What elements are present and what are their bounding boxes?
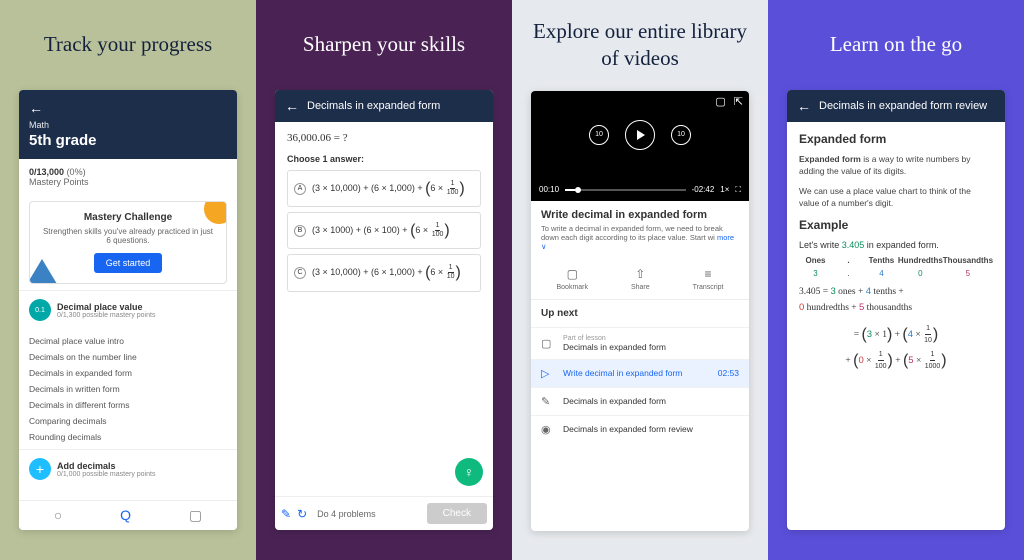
article-paragraph: Expanded form is a way to write numbers … bbox=[799, 154, 993, 178]
section-icon: 0.1 bbox=[29, 299, 51, 321]
transcript-action[interactable]: ≡Transcript bbox=[693, 267, 724, 291]
topics-list: Decimal place value intro Decimals on th… bbox=[19, 329, 237, 449]
quiz-navbar: ← Decimals in expanded form bbox=[275, 90, 493, 122]
answer-option-a[interactable]: A (3 × 10,000) + (6 × 1,000) + (6 × 1100… bbox=[287, 170, 481, 207]
mastery-stats: 0/13,000 (0%) Mastery Points bbox=[19, 159, 237, 195]
quiz-footer: ✎ ↻ Do 4 problems Check bbox=[275, 496, 493, 530]
lesson-item-current[interactable]: ▷ Write decimal in expanded form 02:53 bbox=[531, 359, 749, 387]
panel-heading: Sharpen your skills bbox=[303, 18, 465, 72]
redo-icon[interactable]: ↻ bbox=[297, 507, 307, 521]
section-add-decimals[interactable]: + Add decimals 0/1,000 possible mastery … bbox=[19, 449, 237, 488]
play-icon[interactable] bbox=[625, 120, 655, 150]
expanded-equation: 3.405 = 3 ones + 4 tenths + 0 hundredths… bbox=[799, 284, 993, 316]
video-title: Write decimal in expanded form bbox=[541, 209, 739, 221]
topic-item[interactable]: Decimals in written form bbox=[29, 381, 227, 397]
example-text: Let's write 3.405 in expanded form. bbox=[799, 240, 993, 250]
panel-heading: Learn on the go bbox=[830, 18, 962, 72]
nav-search-icon[interactable]: Q bbox=[120, 507, 131, 524]
topic-item[interactable]: Comparing decimals bbox=[29, 413, 227, 429]
play-icon: ▷ bbox=[541, 367, 555, 380]
progress-header: ← Math 5th grade bbox=[19, 90, 237, 159]
pencil-icon[interactable]: ✎ bbox=[281, 507, 291, 521]
topic-item[interactable]: Decimals in expanded form bbox=[29, 365, 227, 381]
panel-video-library: Explore our entire library of videos ▢ ⇱… bbox=[512, 0, 768, 560]
lesson-item[interactable]: ▢ Part of lessonDecimals in expanded for… bbox=[531, 327, 749, 359]
bottom-nav: ○ Q ▢ bbox=[19, 500, 237, 530]
do-problems-label: Do 4 problems bbox=[317, 509, 421, 519]
transcript-icon: ≡ bbox=[705, 267, 712, 281]
radio-icon: A bbox=[294, 183, 306, 195]
challenge-desc: Strengthen skills you've already practic… bbox=[40, 227, 216, 245]
radio-icon: B bbox=[294, 225, 306, 237]
back-icon[interactable]: ← bbox=[29, 100, 227, 116]
video-actions: ▢Bookmark ⇧Share ≡Transcript bbox=[531, 259, 749, 300]
example-heading: Example bbox=[799, 218, 993, 232]
share-icon: ⇧ bbox=[635, 267, 645, 281]
triangle-decoration bbox=[29, 259, 60, 284]
back-icon[interactable]: ← bbox=[797, 98, 811, 114]
subject-label: Math bbox=[29, 120, 227, 130]
radio-icon: C bbox=[294, 267, 306, 279]
panel-heading: Track your progress bbox=[44, 18, 212, 72]
current-time: 00:10 bbox=[539, 185, 559, 194]
video-description: Write decimal in expanded form To write … bbox=[531, 201, 749, 259]
lesson-duration: 02:53 bbox=[718, 368, 739, 378]
lesson-item[interactable]: ✎ Decimals in expanded form bbox=[531, 387, 749, 415]
up-next-heading: Up next bbox=[531, 300, 749, 327]
review-icon: ◉ bbox=[541, 423, 555, 436]
playback-speed[interactable]: 1× bbox=[720, 185, 729, 194]
topic-item[interactable]: Decimal place value intro bbox=[29, 333, 227, 349]
topic-item[interactable]: Decimals on the number line bbox=[29, 349, 227, 365]
bookmark-icon: ▢ bbox=[567, 267, 578, 281]
answer-option-b[interactable]: B (3 × 1000) + (6 × 100) + (6 × 1100) bbox=[287, 212, 481, 249]
forward-icon[interactable]: 10 bbox=[671, 125, 691, 145]
mastery-challenge-card: Mastery Challenge Strengthen skills you'… bbox=[29, 201, 227, 284]
video-player[interactable]: ▢ ⇱ 10 10 00:10 -02:42 1× ⛶ bbox=[531, 91, 749, 201]
panel-sharpen-skills: Sharpen your skills ← Decimals in expand… bbox=[256, 0, 512, 560]
rewind-icon[interactable]: 10 bbox=[589, 125, 609, 145]
question-equation: 36,000.06 = ? bbox=[287, 132, 481, 144]
progress-bar[interactable] bbox=[565, 189, 686, 191]
lesson-item[interactable]: ◉ Decimals in expanded form review bbox=[531, 415, 749, 443]
topic-item[interactable]: Rounding decimals bbox=[29, 429, 227, 445]
panel-learn-on-go: Learn on the go ← Decimals in expanded f… bbox=[768, 0, 1024, 560]
place-value-table: Ones3 .. Tenths4 Hundredths0 Thousandths… bbox=[799, 256, 993, 278]
phone-quiz: ← Decimals in expanded form 36,000.06 = … bbox=[275, 90, 493, 530]
phone-article: ← Decimals in expanded form review Expan… bbox=[787, 90, 1005, 530]
exercise-icon: ✎ bbox=[541, 395, 555, 408]
get-started-button[interactable]: Get started bbox=[94, 253, 163, 273]
article-heading: Expanded form bbox=[799, 132, 993, 146]
phone-video: ▢ ⇱ 10 10 00:10 -02:42 1× ⛶ Write decima… bbox=[531, 91, 749, 531]
plus-icon: + bbox=[29, 458, 51, 480]
quiz-title: Decimals in expanded form bbox=[307, 100, 440, 112]
nav-home-icon[interactable]: ○ bbox=[54, 507, 62, 524]
check-button[interactable]: Check bbox=[427, 503, 487, 524]
bookmark-icon[interactable]: ▢ bbox=[715, 95, 725, 108]
panel-heading: Explore our entire library of videos bbox=[522, 18, 758, 73]
article-nav-title: Decimals in expanded form review bbox=[819, 100, 987, 112]
article-paragraph: We can use a place value chart to think … bbox=[799, 186, 993, 210]
choose-label: Choose 1 answer: bbox=[287, 154, 481, 164]
section-decimal-place-value[interactable]: 0.1 Decimal place value 0/1,300 possible… bbox=[19, 290, 237, 329]
back-icon[interactable]: ← bbox=[285, 98, 299, 114]
nav-bookmark-icon[interactable]: ▢ bbox=[189, 507, 202, 524]
bookmark-action[interactable]: ▢Bookmark bbox=[556, 267, 588, 291]
bookmark-icon: ▢ bbox=[541, 337, 555, 350]
hint-button[interactable]: ♀ bbox=[455, 458, 483, 486]
article-navbar: ← Decimals in expanded form review bbox=[787, 90, 1005, 122]
share-icon[interactable]: ⇱ bbox=[734, 95, 743, 108]
expanded-fractions: = (3 × 1) + (4 × 110) + (0 × 1100) + (5 … bbox=[799, 322, 993, 373]
phone-progress: ← Math 5th grade 0/13,000 (0%) Mastery P… bbox=[19, 90, 237, 530]
challenge-title: Mastery Challenge bbox=[40, 212, 216, 223]
remaining-time: -02:42 bbox=[692, 185, 715, 194]
topic-item[interactable]: Decimals in different forms bbox=[29, 397, 227, 413]
answer-option-c[interactable]: C (3 × 10,000) + (6 × 1,000) + (6 × 110) bbox=[287, 254, 481, 291]
grade-title: 5th grade bbox=[29, 132, 227, 149]
panel-track-progress: Track your progress ← Math 5th grade 0/1… bbox=[0, 0, 256, 560]
share-action[interactable]: ⇧Share bbox=[631, 267, 650, 291]
fullscreen-icon[interactable]: ⛶ bbox=[735, 185, 741, 195]
